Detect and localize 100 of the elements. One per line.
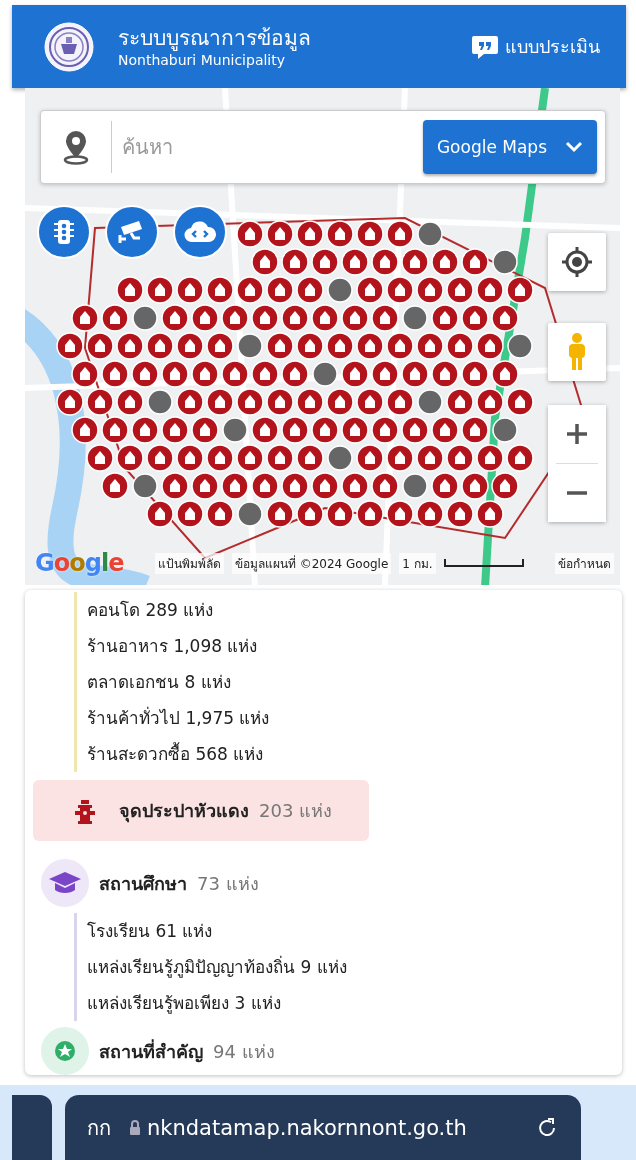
hydrant-marker[interactable] bbox=[401, 248, 429, 276]
hydrant-marker[interactable] bbox=[281, 360, 309, 388]
hydrant-marker[interactable] bbox=[476, 444, 504, 472]
hydrant-marker[interactable] bbox=[446, 332, 474, 360]
hydrant-marker[interactable] bbox=[416, 332, 444, 360]
hydrant-marker[interactable] bbox=[161, 304, 189, 332]
camera-marker[interactable] bbox=[492, 417, 518, 443]
hydrant-marker[interactable] bbox=[191, 472, 219, 500]
hydrant-marker[interactable] bbox=[86, 332, 114, 360]
hydrant-marker[interactable] bbox=[221, 360, 249, 388]
zoom-out-button[interactable] bbox=[548, 464, 606, 522]
hydrant-marker[interactable] bbox=[71, 304, 99, 332]
hydrant-marker[interactable] bbox=[251, 304, 279, 332]
hydrant-marker[interactable] bbox=[311, 304, 339, 332]
hydrant-marker[interactable] bbox=[296, 220, 324, 248]
hydrant-marker[interactable] bbox=[146, 332, 174, 360]
hydrant-marker[interactable] bbox=[356, 332, 384, 360]
hydrant-marker[interactable] bbox=[431, 360, 459, 388]
category-header[interactable]: จุดประปาหัวแดง 203 แห่ง bbox=[33, 780, 369, 841]
hydrant-marker[interactable] bbox=[266, 500, 294, 528]
hydrant-marker[interactable] bbox=[371, 360, 399, 388]
hydrant-marker[interactable] bbox=[386, 276, 414, 304]
hydrant-marker[interactable] bbox=[71, 360, 99, 388]
hydrant-marker[interactable] bbox=[206, 276, 234, 304]
subcategory-item[interactable]: โรงเรียน 61 แห่ง bbox=[87, 913, 612, 949]
hydrant-marker[interactable] bbox=[146, 444, 174, 472]
hydrant-marker[interactable] bbox=[176, 388, 204, 416]
camera-marker[interactable] bbox=[492, 249, 518, 275]
hydrant-marker[interactable] bbox=[476, 332, 504, 360]
hydrant-marker[interactable] bbox=[506, 444, 534, 472]
text-size-button[interactable]: กก bbox=[87, 1111, 111, 1144]
category-header[interactable]: สถานศึกษา 73 แห่ง bbox=[33, 853, 339, 913]
camera-marker[interactable] bbox=[402, 305, 428, 331]
hydrant-marker[interactable] bbox=[236, 388, 264, 416]
hydrant-marker[interactable] bbox=[446, 444, 474, 472]
hydrant-marker[interactable] bbox=[476, 388, 504, 416]
hydrant-marker[interactable] bbox=[326, 388, 354, 416]
hydrant-marker[interactable] bbox=[491, 304, 519, 332]
hydrant-marker[interactable] bbox=[326, 500, 354, 528]
hydrant-marker[interactable] bbox=[221, 472, 249, 500]
hydrant-marker[interactable] bbox=[101, 360, 129, 388]
hydrant-marker[interactable] bbox=[461, 416, 489, 444]
hydrant-marker[interactable] bbox=[281, 304, 309, 332]
hydrant-marker[interactable] bbox=[176, 444, 204, 472]
hydrant-marker[interactable] bbox=[431, 304, 459, 332]
hydrant-marker[interactable] bbox=[491, 360, 519, 388]
hydrant-marker[interactable] bbox=[356, 276, 384, 304]
hydrant-marker[interactable] bbox=[341, 472, 369, 500]
search-field[interactable]: ค้นหา bbox=[112, 135, 423, 159]
hydrant-marker[interactable] bbox=[341, 248, 369, 276]
hydrant-marker[interactable] bbox=[161, 472, 189, 500]
hydrant-marker[interactable] bbox=[371, 304, 399, 332]
hydrant-marker[interactable] bbox=[431, 248, 459, 276]
my-location-button[interactable] bbox=[548, 233, 606, 291]
hydrant-marker[interactable] bbox=[296, 388, 324, 416]
hydrant-marker[interactable] bbox=[371, 416, 399, 444]
subcategory-item[interactable]: ร้านสะดวกซื้อ 568 แห่ง bbox=[87, 736, 612, 772]
hydrant-marker[interactable] bbox=[341, 360, 369, 388]
hydrant-marker[interactable] bbox=[506, 388, 534, 416]
hydrant-marker[interactable] bbox=[296, 332, 324, 360]
camera-marker[interactable] bbox=[312, 361, 338, 387]
subcategory-item[interactable]: ร้านอาหาร 1,098 แห่ง bbox=[87, 628, 612, 664]
terms-link[interactable]: ข้อกำหนด bbox=[555, 552, 614, 574]
hydrant-marker[interactable] bbox=[161, 416, 189, 444]
hydrant-marker[interactable] bbox=[341, 416, 369, 444]
hydrant-marker[interactable] bbox=[56, 388, 84, 416]
camera-marker[interactable] bbox=[327, 445, 353, 471]
hydrant-marker[interactable] bbox=[296, 276, 324, 304]
hydrant-marker[interactable] bbox=[326, 220, 354, 248]
hydrant-marker[interactable] bbox=[476, 276, 504, 304]
hydrant-marker[interactable] bbox=[236, 444, 264, 472]
hydrant-marker[interactable] bbox=[86, 388, 114, 416]
hydrant-marker[interactable] bbox=[101, 416, 129, 444]
hydrant-marker[interactable] bbox=[116, 444, 144, 472]
hydrant-marker[interactable] bbox=[176, 276, 204, 304]
hydrant-marker[interactable] bbox=[401, 416, 429, 444]
camera-marker[interactable] bbox=[237, 501, 263, 527]
hydrant-marker[interactable] bbox=[206, 500, 234, 528]
hydrant-marker[interactable] bbox=[86, 444, 114, 472]
map-type-dropdown[interactable]: Google Maps bbox=[422, 120, 597, 174]
hydrant-marker[interactable] bbox=[221, 304, 249, 332]
hydrant-marker[interactable] bbox=[206, 388, 234, 416]
hydrant-marker[interactable] bbox=[401, 360, 429, 388]
category-header[interactable]: สถานที่สำคัญ 94 แห่ง bbox=[33, 1021, 339, 1075]
hydrant-marker[interactable] bbox=[461, 472, 489, 500]
hydrant-marker[interactable] bbox=[161, 360, 189, 388]
hydrant-marker[interactable] bbox=[266, 220, 294, 248]
camera-marker[interactable] bbox=[132, 473, 158, 499]
camera-marker[interactable] bbox=[507, 333, 533, 359]
subcategory-item[interactable]: ตลาดเอกชน 8 แห่ง bbox=[87, 664, 612, 700]
camera-marker[interactable] bbox=[417, 389, 443, 415]
hydrant-marker[interactable] bbox=[176, 332, 204, 360]
hydrant-marker[interactable] bbox=[506, 276, 534, 304]
hydrant-marker[interactable] bbox=[461, 248, 489, 276]
camera-marker[interactable] bbox=[402, 473, 428, 499]
camera-marker[interactable] bbox=[132, 305, 158, 331]
hydrant-marker[interactable] bbox=[326, 332, 354, 360]
hydrant-marker[interactable] bbox=[116, 276, 144, 304]
hydrant-marker[interactable] bbox=[266, 388, 294, 416]
hydrant-marker[interactable] bbox=[491, 472, 519, 500]
